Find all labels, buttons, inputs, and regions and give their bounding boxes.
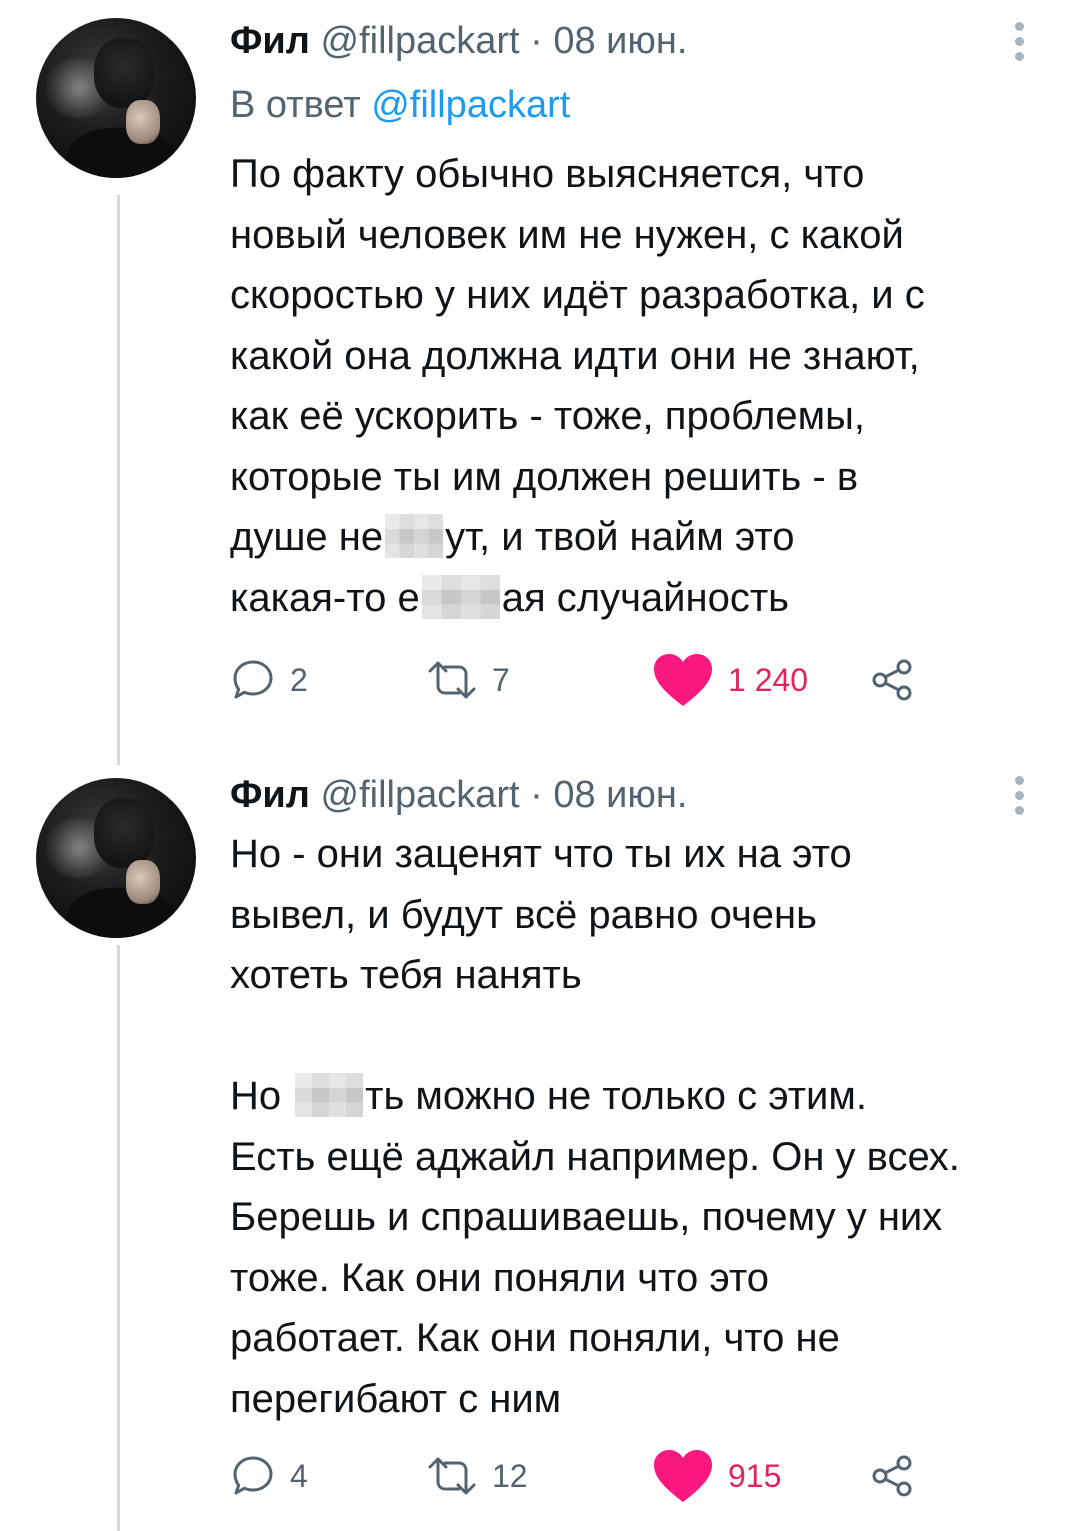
avatar-head bbox=[94, 798, 154, 868]
like-count: 1 240 bbox=[728, 661, 809, 698]
author-name[interactable]: Фил bbox=[230, 20, 310, 62]
avatar-body bbox=[66, 888, 176, 938]
text-line: скоростью у них идёт разработка, и с bbox=[230, 273, 925, 317]
text-before-censor: какая-то е bbox=[230, 575, 420, 620]
censor-block bbox=[421, 574, 500, 619]
avatar-head bbox=[94, 38, 154, 108]
share-icon bbox=[872, 659, 912, 701]
text-line: Но - они заценят что ты их на это bbox=[230, 832, 852, 876]
share-icon bbox=[872, 1455, 912, 1497]
text-line: которые ты им должен решить - в bbox=[230, 454, 859, 499]
share-button[interactable] bbox=[870, 650, 914, 710]
tweet[interactable]: Фил @fillpackart · 08 июн. В ответ @fill… bbox=[0, 0, 1080, 760]
tweet-date[interactable]: 08 июн. bbox=[553, 20, 687, 62]
text-before-censor: Но bbox=[230, 1074, 282, 1118]
tweet-actions: 4 12 915 bbox=[230, 1446, 1030, 1506]
censor-block bbox=[295, 1073, 364, 1118]
text-line: Берешь и спрашиваешь, почему у них bbox=[230, 1195, 943, 1239]
avatar-hand bbox=[126, 860, 160, 904]
like-button[interactable]: 915 bbox=[652, 1446, 781, 1506]
meta-separator: · bbox=[530, 20, 543, 62]
text-line: новый человек им не нужен, с какой bbox=[230, 212, 904, 257]
reply-to-handle[interactable]: @fillpackart bbox=[371, 84, 570, 126]
more-options-icon[interactable] bbox=[1012, 776, 1026, 816]
text-line: Есть ещё аджайл например. Он у всех. bbox=[230, 1134, 960, 1179]
share-button[interactable] bbox=[870, 1446, 914, 1506]
more-options-icon[interactable] bbox=[1012, 22, 1026, 62]
like-button[interactable]: 1 240 bbox=[652, 650, 808, 710]
tweet-text: Но - они заценят что ты их на это вывел,… bbox=[230, 824, 1050, 1429]
meta-separator: · bbox=[530, 774, 543, 816]
text-line: перегибают с ним bbox=[230, 1376, 562, 1421]
text-after-censor: ая случайность bbox=[501, 575, 790, 620]
reply-to-prefix: В ответ bbox=[230, 84, 361, 126]
retweet-icon bbox=[428, 1457, 476, 1495]
avatar[interactable] bbox=[36, 778, 196, 938]
text-line: хотеть тебя нанять bbox=[230, 953, 582, 997]
reply-button[interactable]: 4 bbox=[230, 1446, 308, 1506]
text-after-censor: ут, и твой найм это bbox=[445, 515, 795, 559]
author-handle[interactable]: @fillpackart bbox=[321, 774, 520, 816]
reply-button[interactable]: 2 bbox=[230, 650, 308, 710]
avatar[interactable] bbox=[36, 18, 196, 178]
text-line: работает. Как они поняли, что не bbox=[230, 1316, 840, 1360]
heart-icon bbox=[654, 654, 712, 706]
text-line-censored: какая-то е ая случайность bbox=[230, 568, 1050, 629]
retweet-count: 12 bbox=[492, 1457, 528, 1494]
reply-icon bbox=[233, 1456, 273, 1495]
author-handle[interactable]: @fillpackart bbox=[321, 20, 520, 62]
retweet-button[interactable]: 12 bbox=[426, 1446, 528, 1506]
text-line: вывел, и будут всё равно очень bbox=[230, 892, 817, 937]
text-before-censor: душе не bbox=[230, 515, 384, 559]
censor-block bbox=[385, 514, 444, 559]
like-count: 915 bbox=[728, 1457, 782, 1494]
reply-to: В ответ @fillpackart bbox=[230, 82, 570, 128]
text-line: По факту обычно выясняется, что bbox=[230, 152, 865, 196]
tweet-actions: 2 7 1 240 bbox=[230, 650, 1030, 710]
text-after-censor: ть можно не только с этим. bbox=[365, 1074, 868, 1118]
text-line: какой она должна идти они не знают, bbox=[230, 333, 920, 378]
retweet-count: 7 bbox=[492, 661, 510, 698]
reply-icon bbox=[233, 660, 273, 699]
avatar-body bbox=[66, 128, 176, 178]
text-line-censored: Но ть можно не только с этим. bbox=[230, 1066, 1050, 1127]
reply-count: 4 bbox=[290, 1457, 308, 1494]
tweet-text: По факту обычно выясняется, что новый че… bbox=[230, 144, 1050, 628]
retweet-icon bbox=[428, 661, 476, 699]
retweet-button[interactable]: 7 bbox=[426, 650, 510, 710]
heart-icon bbox=[654, 1450, 712, 1502]
tweet-date[interactable]: 08 июн. bbox=[553, 774, 687, 816]
text-line: как её ускорить - тоже, проблемы, bbox=[230, 394, 865, 438]
text-line: тоже. Как они поняли что это bbox=[230, 1255, 770, 1300]
avatar-hand bbox=[126, 100, 160, 144]
tweet-header: Фил @fillpackart · 08 июн. bbox=[230, 772, 687, 818]
text-line-censored: душе не ут, и твой найм это bbox=[230, 507, 1050, 568]
tweet-header: Фил @fillpackart · 08 июн. bbox=[230, 18, 687, 64]
reply-count: 2 bbox=[290, 661, 308, 698]
tweet[interactable]: Фил @fillpackart · 08 июн. Но - они заце… bbox=[0, 760, 1080, 1531]
author-name[interactable]: Фил bbox=[230, 774, 310, 816]
